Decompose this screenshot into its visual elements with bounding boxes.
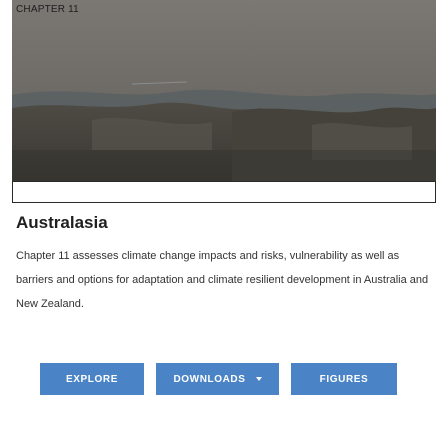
figures-button-label: FIGURES xyxy=(319,373,369,385)
coastal-landscape-image xyxy=(12,0,436,181)
chapter-label-box xyxy=(12,181,436,203)
downloads-button-label: DOWNLOADS xyxy=(173,373,246,385)
chapter-title[interactable]: Australasia xyxy=(16,213,108,233)
figures-button[interactable]: FIGURES xyxy=(291,363,397,395)
chapter-hero-image xyxy=(12,0,436,181)
explore-button-label: EXPLORE xyxy=(66,373,118,385)
chapter-label: CHAPTER 11 xyxy=(16,4,79,15)
chapter-description: Chapter 11 assesses climate change impac… xyxy=(16,250,429,310)
downloads-button[interactable]: DOWNLOADS xyxy=(156,363,279,395)
chapter-card: CHAPTER 11 Australasia Chapter 11 assess… xyxy=(0,0,448,448)
chapter-actions: EXPLORE DOWNLOADS FIGURES xyxy=(40,363,397,395)
caret-down-icon xyxy=(255,377,262,381)
explore-button[interactable]: EXPLORE xyxy=(40,363,144,395)
